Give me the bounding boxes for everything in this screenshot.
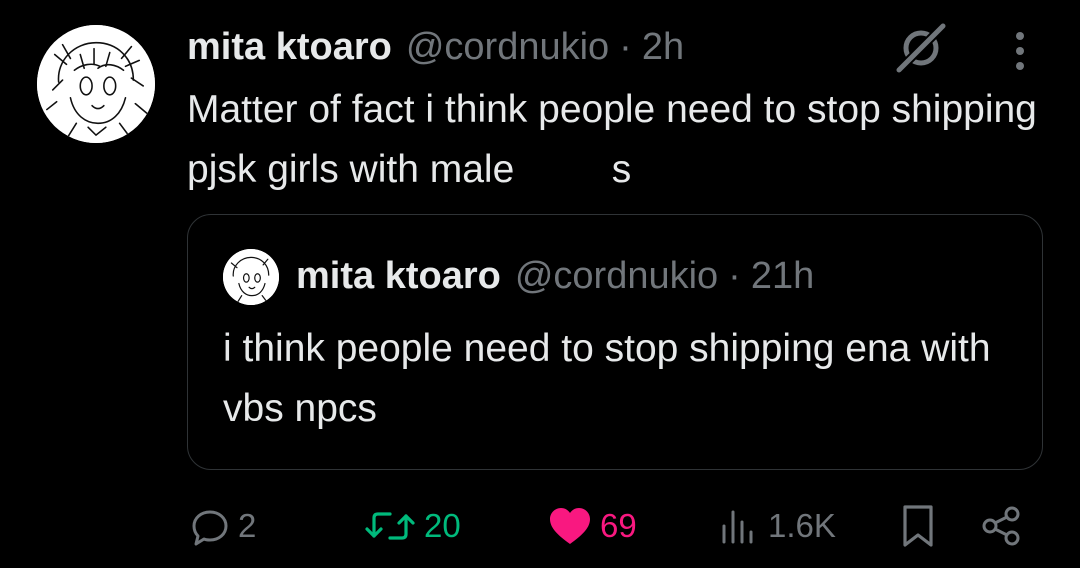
bookmark-icon: [903, 505, 933, 547]
quote-text: i think people need to stop shipping ena…: [223, 327, 991, 430]
author-name[interactable]: mita ktoaro: [187, 26, 392, 69]
tweet-text: Matter of fact i think people need to st…: [187, 88, 1048, 191]
retweet-count: 20: [424, 507, 461, 544]
avatar-sketch-image: [37, 25, 155, 143]
quote-author-handle: @cordnukio: [514, 254, 719, 297]
reply-icon: [192, 510, 228, 546]
bookmark-button[interactable]: [898, 500, 938, 552]
reply-button[interactable]: 2: [188, 500, 256, 552]
grok-icon[interactable]: [893, 20, 949, 76]
author-avatar[interactable]: [37, 25, 155, 143]
action-bar: 2 20 69 1.6K: [0, 500, 1080, 552]
quote-separator-dot: ·: [728, 254, 741, 297]
more-icon[interactable]: [1005, 28, 1035, 74]
tweet-header: mita ktoaro @cordnukio · 2h: [187, 22, 684, 72]
separator-dot: ·: [619, 25, 632, 68]
reply-count: 2: [238, 507, 257, 544]
author-handle[interactable]: @cordnukio: [406, 26, 609, 69]
retweet-button[interactable]: 20: [362, 500, 461, 552]
like-button[interactable]: 69: [546, 500, 637, 552]
views-count: 1.6K: [768, 507, 836, 544]
heart-icon: [550, 508, 590, 544]
quote-author-name: mita ktoaro: [296, 254, 501, 297]
quote-avatar-sketch-image: [223, 249, 279, 305]
share-icon: [982, 506, 1020, 546]
tweet-timestamp[interactable]: 2h: [642, 26, 684, 69]
quote-timestamp: 21h: [750, 254, 815, 297]
views-icon: [722, 510, 753, 544]
share-button[interactable]: [978, 500, 1024, 552]
quote-header: mita ktoaro @cordnukio · 21h: [296, 251, 814, 301]
quoted-tweet-card[interactable]: mita ktoaro @cordnukio · 21h i think peo…: [187, 214, 1043, 470]
retweet-icon: [365, 512, 415, 540]
like-count: 69: [600, 507, 637, 544]
quote-author-avatar: [223, 249, 279, 305]
views-button[interactable]: 1.6K: [718, 500, 836, 552]
